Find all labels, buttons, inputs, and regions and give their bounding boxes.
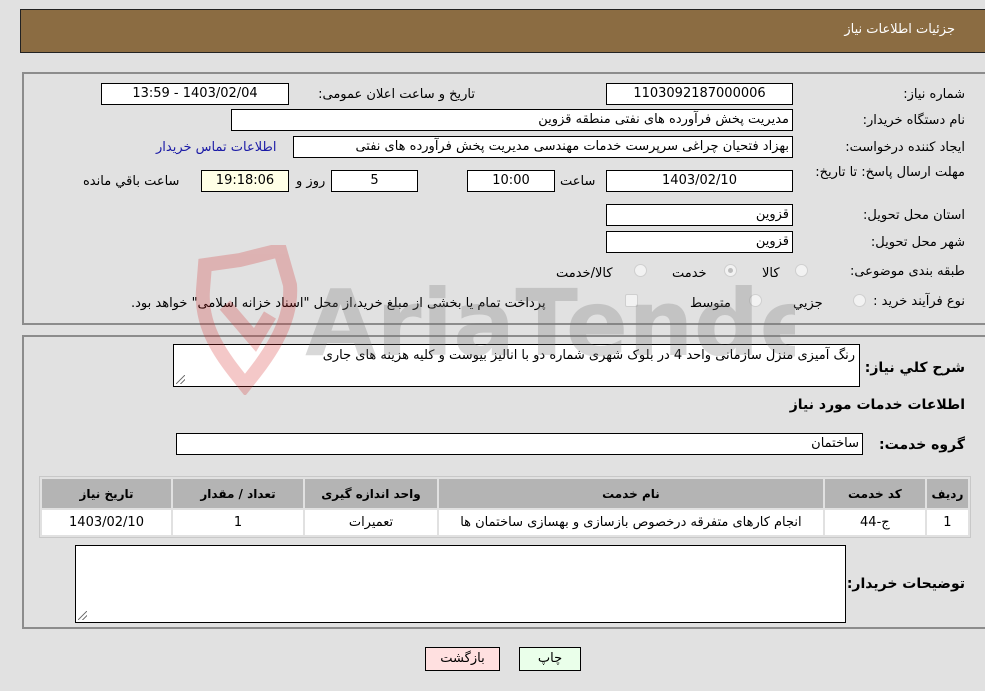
province-field: قزوین	[606, 204, 793, 226]
remaining-time-field: 19:18:06	[201, 170, 289, 192]
requester-label: ایجاد کننده درخواست:	[845, 140, 965, 155]
requester-field: بهزاد فتحیان چراغی سرپرست خدمات مهندسی م…	[293, 136, 793, 158]
city-field: قزوین	[606, 231, 793, 253]
deadline-days-field: 5	[331, 170, 418, 192]
table-row: 1 ج-44 انجام کارهای متفرقه درخصوص بازساز…	[42, 510, 968, 535]
province-label: استان محل تحویل:	[863, 208, 965, 223]
treasury-note: پرداخت تمام یا بخشی از مبلغ خرید،از محل …	[131, 296, 546, 311]
treasury-checkbox[interactable]	[625, 294, 638, 307]
city-label: شهر محل تحویل:	[870, 235, 965, 250]
buyer-notes-label: توضیحات خریدار:	[846, 576, 965, 592]
deadline-time-label: ساعت	[560, 174, 596, 189]
announce-datetime-label: تاریخ و ساعت اعلان عمومی:	[318, 87, 475, 102]
days-label: روز و	[296, 174, 326, 189]
cell-service-name: انجام کارهای متفرقه درخصوص بازسازی و بهس…	[439, 510, 823, 535]
page-header	[20, 9, 985, 53]
announce-datetime-field: 1403/02/04 - 13:59	[101, 83, 289, 105]
description-textarea[interactable]: رنگ آمیزی منزل سازمانی واحد 4 در بلوک شه…	[173, 344, 860, 387]
print-button[interactable]: چاپ	[519, 647, 581, 671]
buyer-contact-link[interactable]: اطلاعات تماس خریدار	[156, 140, 276, 155]
purchase-type-radio-minor[interactable]	[853, 294, 866, 307]
table-header-row: ردیف کد خدمت نام خدمت واحد اندازه گیری ت…	[42, 479, 968, 508]
need-number-field: 1103092187000006	[606, 83, 793, 105]
category-option-service: خدمت	[672, 266, 707, 281]
purchase-type-label: نوع فرآیند خرید :	[873, 294, 965, 309]
deadline-label: مهلت ارسال پاسخ: تا تاریخ:	[815, 165, 965, 180]
col-header-quantity: تعداد / مقدار	[173, 479, 303, 508]
col-header-service-code: کد خدمت	[824, 479, 925, 508]
resize-handle-icon[interactable]	[78, 611, 87, 620]
cell-unit: تعمیرات	[304, 510, 438, 535]
cell-quantity: 1	[173, 510, 303, 535]
col-header-row-number: ردیف	[926, 479, 968, 508]
cell-row-number: 1	[926, 510, 968, 535]
buyer-org-field: مدیریت پخش فرآورده های نفتی منطقه قزوین	[231, 109, 793, 131]
buyer-org-label: نام دستگاه خریدار:	[862, 113, 965, 128]
col-header-unit: واحد اندازه گیری	[304, 479, 438, 508]
cell-service-code: ج-44	[824, 510, 925, 535]
deadline-time-field: 10:00	[467, 170, 555, 192]
purchase-type-option-minor: جزيي	[793, 296, 823, 311]
purchase-type-option-medium: متوسط	[690, 296, 731, 311]
description-label: شرح کلي نياز:	[864, 360, 965, 376]
remaining-time-label: ساعت باقي مانده	[83, 174, 180, 189]
category-option-goods-service: کالا/خدمت	[556, 266, 613, 281]
deadline-date-field: 1403/02/10	[606, 170, 793, 192]
resize-handle-icon[interactable]	[176, 375, 185, 384]
description-text: رنگ آمیزی منزل سازمانی واحد 4 در بلوک شه…	[322, 348, 855, 363]
service-group-label: گروه خدمت:	[879, 437, 965, 453]
services-table: ردیف کد خدمت نام خدمت واحد اندازه گیری ت…	[39, 476, 971, 538]
back-button[interactable]: بازگشت	[425, 647, 500, 671]
purchase-type-radio-medium[interactable]	[749, 294, 762, 307]
category-radio-goods[interactable]	[795, 264, 808, 277]
services-heading: اطلاعات خدمات مورد نیاز	[789, 397, 965, 413]
cell-need-date: 1403/02/10	[42, 510, 171, 535]
page-title: جزئیات اطلاعات نیاز	[844, 22, 955, 37]
category-option-goods: کالا	[762, 266, 780, 281]
service-group-field: ساختمان	[176, 433, 863, 455]
category-radio-goods-service[interactable]	[634, 264, 647, 277]
buyer-notes-textarea[interactable]	[75, 545, 846, 623]
col-header-need-date: تاریخ نیاز	[42, 479, 171, 508]
need-number-label: شماره نیاز:	[903, 87, 965, 102]
col-header-service-name: نام خدمت	[439, 479, 823, 508]
category-label: طبقه بندی موضوعی:	[849, 264, 965, 279]
category-radio-service[interactable]	[724, 264, 737, 277]
